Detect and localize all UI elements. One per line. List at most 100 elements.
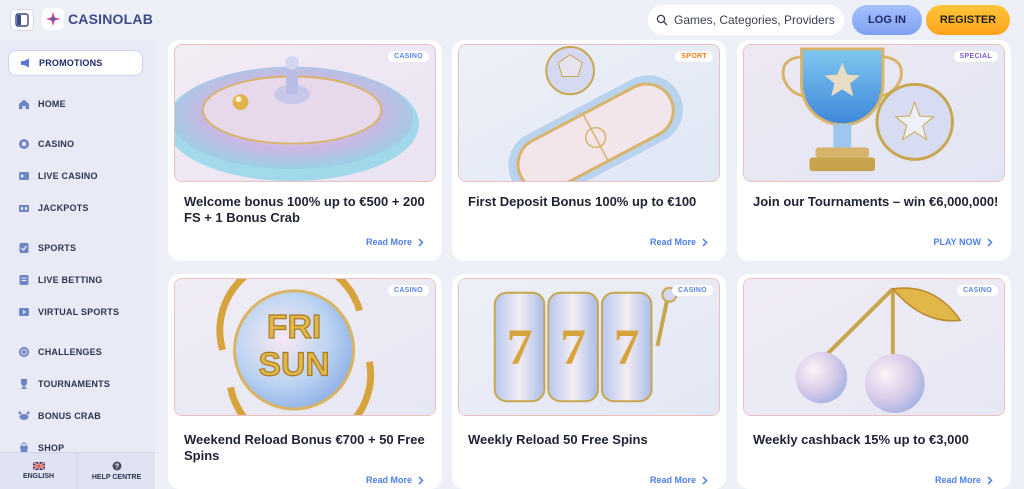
logo[interactable]: CASINOLAB (42, 8, 153, 30)
register-button[interactable]: REGISTER (926, 5, 1010, 35)
promo-card[interactable]: SPORT First Deposit Bonus 100% up to €10… (452, 40, 726, 261)
sidebar-item-jackpots[interactable]: JACKPOTS (8, 195, 143, 221)
trophy-image: SPECIAL (743, 44, 1005, 182)
sidebar-item-virtual-sports[interactable]: VIRTUAL SPORTS (8, 299, 143, 325)
chevron-right-icon (418, 237, 424, 247)
sidebar-item-label: SPORTS (38, 243, 77, 253)
reel-digit-2: 7 (560, 319, 586, 376)
promo-card[interactable]: CASINO Weekly cashback 15% up to €3,000 … (737, 274, 1011, 489)
category-badge: CASINO (956, 285, 998, 296)
sidebar: PROMOTIONS HOME CASINO LIVE CASINO JACKP… (0, 40, 155, 489)
play-now-link[interactable]: PLAY NOW (933, 237, 993, 247)
stadium-image: SPORT (458, 44, 720, 182)
sidebar-item-casino[interactable]: CASINO (8, 131, 143, 157)
reel-digit-1: 7 (507, 319, 533, 376)
slot-machine-image: 7 7 7 CASINO (458, 278, 720, 416)
search-bar[interactable] (648, 5, 844, 35)
promo-title: Join our Tournaments – win €6,000,000! (753, 194, 999, 209)
sidebar-toggle-icon (15, 13, 29, 27)
chevron-right-icon (702, 237, 708, 247)
help-icon: ? (112, 461, 121, 471)
promo-card[interactable]: SPECIAL Join our Tournaments – win €6,00… (737, 40, 1011, 261)
chip-icon (18, 138, 30, 150)
sidebar-item-label: VIRTUAL SPORTS (38, 307, 120, 317)
sidebar-item-home[interactable]: HOME (8, 91, 143, 117)
read-more-link[interactable]: Read More (650, 475, 708, 485)
sidebar-item-live-casino[interactable]: LIVE CASINO (8, 163, 143, 189)
sidebar-item-label: LIVE BETTING (38, 275, 103, 285)
sidebar-item-live-betting[interactable]: LIVE BETTING (8, 267, 143, 293)
chevron-right-icon (987, 475, 993, 485)
promo-title: Weekly Reload 50 Free Spins (468, 432, 648, 447)
language-button[interactable]: ENGLISH (0, 453, 78, 489)
sidebar-item-sports[interactable]: SPORTS (8, 235, 143, 261)
trophy-icon (18, 378, 30, 390)
sidebar-item-label: PROMOTIONS (39, 58, 103, 68)
sidebar-item-label: TOURNAMENTS (38, 379, 111, 389)
search-input[interactable] (674, 13, 839, 27)
fri-text: FRI (267, 309, 321, 346)
read-more-link[interactable]: Read More (650, 237, 708, 247)
category-badge: CASINO (387, 285, 429, 296)
sidebar-item-label: LIVE CASINO (38, 171, 98, 181)
sports-icon (18, 242, 30, 254)
link-label: Read More (365, 475, 412, 485)
header: CASINOLAB LOG IN REGISTER (0, 0, 1024, 40)
read-more-link[interactable]: Read More (935, 475, 993, 485)
search-icon (656, 14, 668, 26)
promo-card[interactable]: 7 7 7 CASINO Weekly Reload 50 Free Spins… (452, 274, 726, 489)
sidebar-item-bonus-crab[interactable]: BONUS CRAB (8, 403, 143, 429)
logo-text: CASINOLAB (68, 11, 154, 27)
reel-digit-3: 7 (614, 319, 640, 376)
challenges-icon (18, 346, 30, 358)
sidebar-toggle-button[interactable] (10, 9, 34, 31)
promo-title: Weekend Reload Bonus €700 + 50 Free Spin… (184, 432, 425, 463)
link-label: Read More (649, 475, 696, 485)
sidebar-item-promotions[interactable]: PROMOTIONS (8, 50, 143, 76)
jackpot-icon (18, 202, 30, 214)
sidebar-item-label: CHALLENGES (38, 347, 103, 357)
sidebar-item-label: CASINO (38, 139, 75, 149)
help-centre-button[interactable]: ? HELP CENTRE (78, 453, 155, 489)
sidebar-item-label: JACKPOTS (38, 203, 89, 213)
login-button[interactable]: LOG IN (852, 5, 922, 35)
crab-icon (18, 410, 30, 422)
megaphone-icon (19, 57, 31, 69)
link-label: Read More (365, 237, 412, 247)
link-label: Read More (934, 475, 981, 485)
chevron-right-icon (418, 475, 424, 485)
sun-text: SUN (258, 347, 329, 384)
promo-title: Welcome bonus 100% up to €500 + 200 FS +… (184, 194, 425, 225)
help-centre-label: HELP CENTRE (91, 474, 142, 481)
category-badge: SPECIAL (953, 51, 998, 62)
read-more-link[interactable]: Read More (366, 237, 424, 247)
sidebar-bottom-bar: ENGLISH ? HELP CENTRE (0, 452, 155, 489)
uk-flag-icon (32, 462, 45, 470)
read-more-link[interactable]: Read More (366, 475, 424, 485)
cherries-image: CASINO (743, 278, 1005, 416)
fri-sun-image: FRI SUN CASINO (174, 278, 436, 416)
virtual-sports-icon (18, 306, 30, 318)
roulette-image: CASINO (174, 44, 436, 182)
category-badge: SPORT (675, 51, 713, 62)
svg-text:?: ? (114, 464, 118, 471)
live-betting-icon (18, 274, 30, 286)
link-label: Read More (649, 237, 696, 247)
link-label: PLAY NOW (933, 237, 981, 247)
language-label: ENGLISH (22, 473, 55, 480)
chevron-right-icon (702, 475, 708, 485)
sidebar-item-tournaments[interactable]: TOURNAMENTS (8, 371, 143, 397)
sidebar-item-label: BONUS CRAB (38, 411, 102, 421)
category-badge: CASINO (671, 285, 713, 296)
promo-card[interactable]: CASINO Welcome bonus 100% up to €500 + 2… (168, 40, 442, 261)
home-icon (18, 98, 30, 110)
logo-star-icon (42, 8, 64, 30)
category-badge: CASINO (387, 51, 429, 62)
chevron-right-icon (987, 237, 993, 247)
promo-title: Weekly cashback 15% up to €3,000 (753, 432, 969, 447)
sidebar-item-challenges[interactable]: CHALLENGES (8, 339, 143, 365)
sidebar-item-label: HOME (38, 99, 66, 109)
promo-card[interactable]: FRI SUN CASINO Weekend Reload Bonus €700… (168, 274, 442, 489)
promo-title: First Deposit Bonus 100% up to €100 (468, 194, 697, 209)
live-casino-icon (18, 170, 30, 182)
